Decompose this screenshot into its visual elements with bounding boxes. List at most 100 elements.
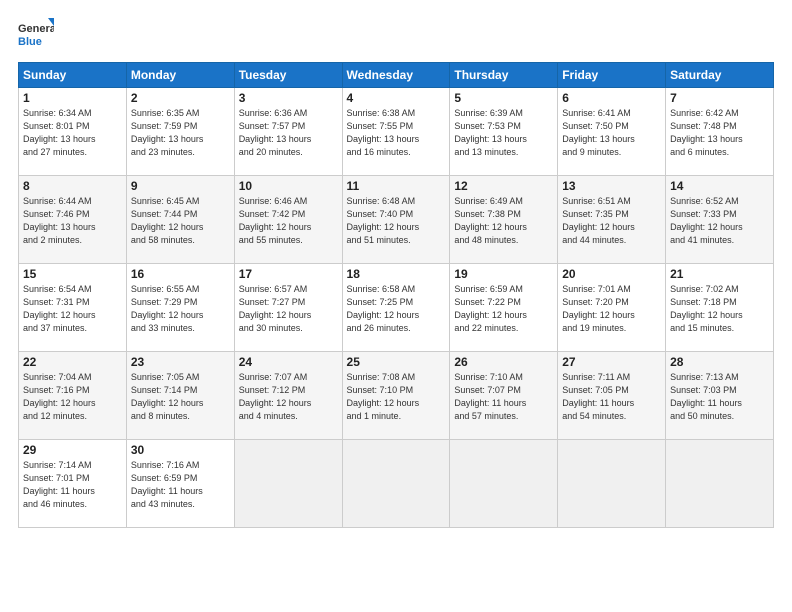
day-number: 28: [670, 355, 769, 369]
table-row: 22 Sunrise: 7:04 AMSunset: 7:16 PMDayligh…: [19, 352, 127, 440]
table-row: 10 Sunrise: 6:46 AMSunset: 7:42 PMDayligh…: [234, 176, 342, 264]
page: General Blue Sunday Monday Tuesday Wedne…: [0, 0, 792, 612]
day-number: 14: [670, 179, 769, 193]
logo: General Blue: [18, 18, 54, 54]
day-info: Sunrise: 6:58 AMSunset: 7:25 PMDaylight:…: [347, 283, 446, 335]
svg-text:General: General: [18, 23, 54, 35]
day-number: 17: [239, 267, 338, 281]
header-wednesday: Wednesday: [342, 63, 450, 88]
header: General Blue: [18, 18, 774, 54]
table-row: 8Sunrise: 6:44 AMSunset: 7:46 PMDaylight…: [19, 176, 127, 264]
day-number: 26: [454, 355, 553, 369]
day-info: Sunrise: 7:13 AMSunset: 7:03 PMDaylight:…: [670, 371, 769, 423]
day-number: 19: [454, 267, 553, 281]
table-row: 17 Sunrise: 6:57 AMSunset: 7:27 PMDayligh…: [234, 264, 342, 352]
day-number: 2: [131, 91, 230, 105]
day-info: Sunrise: 7:07 AMSunset: 7:12 PMDaylight:…: [239, 371, 338, 423]
day-number: 11: [347, 179, 446, 193]
day-info: Sunrise: 6:46 AMSunset: 7:42 PMDaylight:…: [239, 195, 338, 247]
table-row: 7 Sunrise: 6:42 AMSunset: 7:48 PMDaylight…: [666, 88, 774, 176]
day-number: 6: [562, 91, 661, 105]
table-row: 28 Sunrise: 7:13 AMSunset: 7:03 PMDayligh…: [666, 352, 774, 440]
day-number: 7: [670, 91, 769, 105]
table-row: 3 Sunrise: 6:36 AMSunset: 7:57 PMDaylight…: [234, 88, 342, 176]
table-row: 4 Sunrise: 6:38 AMSunset: 7:55 PMDaylight…: [342, 88, 450, 176]
day-number: 20: [562, 267, 661, 281]
day-info: Sunrise: 7:11 AMSunset: 7:05 PMDaylight:…: [562, 371, 661, 423]
day-info: Sunrise: 6:52 AMSunset: 7:33 PMDaylight:…: [670, 195, 769, 247]
table-row: 24 Sunrise: 7:07 AMSunset: 7:12 PMDayligh…: [234, 352, 342, 440]
table-row: [342, 440, 450, 528]
table-row: 13 Sunrise: 6:51 AMSunset: 7:35 PMDayligh…: [558, 176, 666, 264]
day-info: Sunrise: 7:08 AMSunset: 7:10 PMDaylight:…: [347, 371, 446, 423]
day-info: Sunrise: 7:04 AMSunset: 7:16 PMDaylight:…: [23, 371, 122, 423]
svg-text:Blue: Blue: [18, 36, 42, 48]
day-info: Sunrise: 6:34 AMSunset: 8:01 PMDaylight:…: [23, 107, 122, 159]
day-info: Sunrise: 6:36 AMSunset: 7:57 PMDaylight:…: [239, 107, 338, 159]
day-number: 22: [23, 355, 122, 369]
table-row: 1 Sunrise: 6:34 AMSunset: 8:01 PMDaylight…: [19, 88, 127, 176]
table-row: 20 Sunrise: 7:01 AMSunset: 7:20 PMDayligh…: [558, 264, 666, 352]
day-info: Sunrise: 6:48 AMSunset: 7:40 PMDaylight:…: [347, 195, 446, 247]
table-row: 16Sunrise: 6:55 AMSunset: 7:29 PMDayligh…: [126, 264, 234, 352]
calendar-week-row: 1 Sunrise: 6:34 AMSunset: 8:01 PMDaylight…: [19, 88, 774, 176]
table-row: [450, 440, 558, 528]
day-number: 24: [239, 355, 338, 369]
day-number: 3: [239, 91, 338, 105]
day-info: Sunrise: 7:05 AMSunset: 7:14 PMDaylight:…: [131, 371, 230, 423]
table-row: [558, 440, 666, 528]
calendar-week-row: 22 Sunrise: 7:04 AMSunset: 7:16 PMDayligh…: [19, 352, 774, 440]
table-row: 2 Sunrise: 6:35 AMSunset: 7:59 PMDaylight…: [126, 88, 234, 176]
table-row: 27 Sunrise: 7:11 AMSunset: 7:05 PMDayligh…: [558, 352, 666, 440]
day-info: Sunrise: 7:10 AMSunset: 7:07 PMDaylight:…: [454, 371, 553, 423]
day-info: Sunrise: 6:59 AMSunset: 7:22 PMDaylight:…: [454, 283, 553, 335]
header-thursday: Thursday: [450, 63, 558, 88]
day-number: 27: [562, 355, 661, 369]
day-number: 16: [131, 267, 230, 281]
day-info: Sunrise: 6:45 AMSunset: 7:44 PMDaylight:…: [131, 195, 230, 247]
table-row: 14 Sunrise: 6:52 AMSunset: 7:33 PMDayligh…: [666, 176, 774, 264]
day-number: 21: [670, 267, 769, 281]
table-row: 25 Sunrise: 7:08 AMSunset: 7:10 PMDayligh…: [342, 352, 450, 440]
header-monday: Monday: [126, 63, 234, 88]
logo-icon: General Blue: [18, 18, 54, 54]
calendar-week-row: 15Sunrise: 6:54 AMSunset: 7:31 PMDayligh…: [19, 264, 774, 352]
header-sunday: Sunday: [19, 63, 127, 88]
day-number: 25: [347, 355, 446, 369]
day-info: Sunrise: 6:42 AMSunset: 7:48 PMDaylight:…: [670, 107, 769, 159]
table-row: 18 Sunrise: 6:58 AMSunset: 7:25 PMDayligh…: [342, 264, 450, 352]
day-info: Sunrise: 6:41 AMSunset: 7:50 PMDaylight:…: [562, 107, 661, 159]
day-info: Sunrise: 7:16 AMSunset: 6:59 PMDaylight:…: [131, 459, 230, 511]
day-info: Sunrise: 6:38 AMSunset: 7:55 PMDaylight:…: [347, 107, 446, 159]
day-info: Sunrise: 7:01 AMSunset: 7:20 PMDaylight:…: [562, 283, 661, 335]
day-info: Sunrise: 6:51 AMSunset: 7:35 PMDaylight:…: [562, 195, 661, 247]
table-row: 5Sunrise: 6:39 AMSunset: 7:53 PMDaylight…: [450, 88, 558, 176]
table-row: 30 Sunrise: 7:16 AMSunset: 6:59 PMDayligh…: [126, 440, 234, 528]
day-info: Sunrise: 6:49 AMSunset: 7:38 PMDaylight:…: [454, 195, 553, 247]
day-number: 1: [23, 91, 122, 105]
day-info: Sunrise: 7:14 AMSunset: 7:01 PMDaylight:…: [23, 459, 122, 511]
table-row: [666, 440, 774, 528]
day-number: 15: [23, 267, 122, 281]
table-row: 9Sunrise: 6:45 AMSunset: 7:44 PMDaylight…: [126, 176, 234, 264]
day-number: 23: [131, 355, 230, 369]
day-number: 10: [239, 179, 338, 193]
weekday-header-row: Sunday Monday Tuesday Wednesday Thursday…: [19, 63, 774, 88]
day-number: 30: [131, 443, 230, 457]
table-row: 15Sunrise: 6:54 AMSunset: 7:31 PMDayligh…: [19, 264, 127, 352]
day-number: 18: [347, 267, 446, 281]
day-number: 13: [562, 179, 661, 193]
day-number: 4: [347, 91, 446, 105]
calendar-week-row: 8Sunrise: 6:44 AMSunset: 7:46 PMDaylight…: [19, 176, 774, 264]
header-friday: Friday: [558, 63, 666, 88]
day-number: 12: [454, 179, 553, 193]
day-info: Sunrise: 6:57 AMSunset: 7:27 PMDaylight:…: [239, 283, 338, 335]
day-number: 29: [23, 443, 122, 457]
day-info: Sunrise: 6:35 AMSunset: 7:59 PMDaylight:…: [131, 107, 230, 159]
calendar: Sunday Monday Tuesday Wednesday Thursday…: [18, 62, 774, 528]
table-row: [234, 440, 342, 528]
table-row: 23 Sunrise: 7:05 AMSunset: 7:14 PMDayligh…: [126, 352, 234, 440]
logo-container: General Blue: [18, 18, 54, 54]
table-row: 11 Sunrise: 6:48 AMSunset: 7:40 PMDayligh…: [342, 176, 450, 264]
table-row: 21Sunrise: 7:02 AMSunset: 7:18 PMDayligh…: [666, 264, 774, 352]
